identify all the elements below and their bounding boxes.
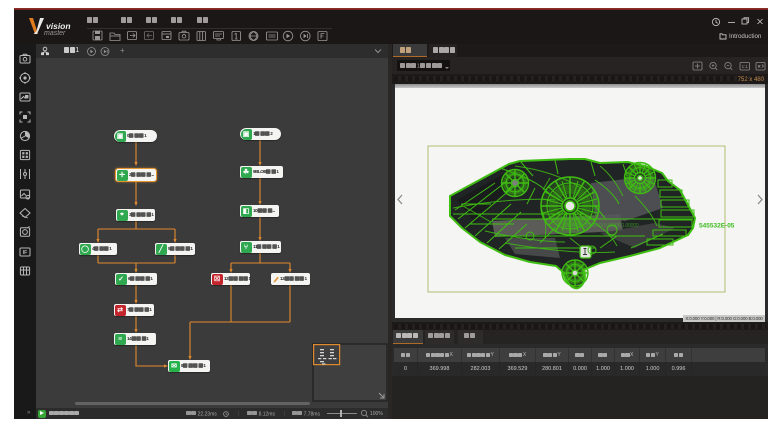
- svg-text:370.0001 281.0003 0.00006 1: 370.0001 281.0003 0.00006 1.00000: [563, 223, 639, 229]
- svg-text:545532E-05: 545532E-05: [699, 223, 735, 230]
- svg-text:IF: IF: [23, 250, 27, 256]
- svg-text:1:1: 1:1: [742, 64, 749, 69]
